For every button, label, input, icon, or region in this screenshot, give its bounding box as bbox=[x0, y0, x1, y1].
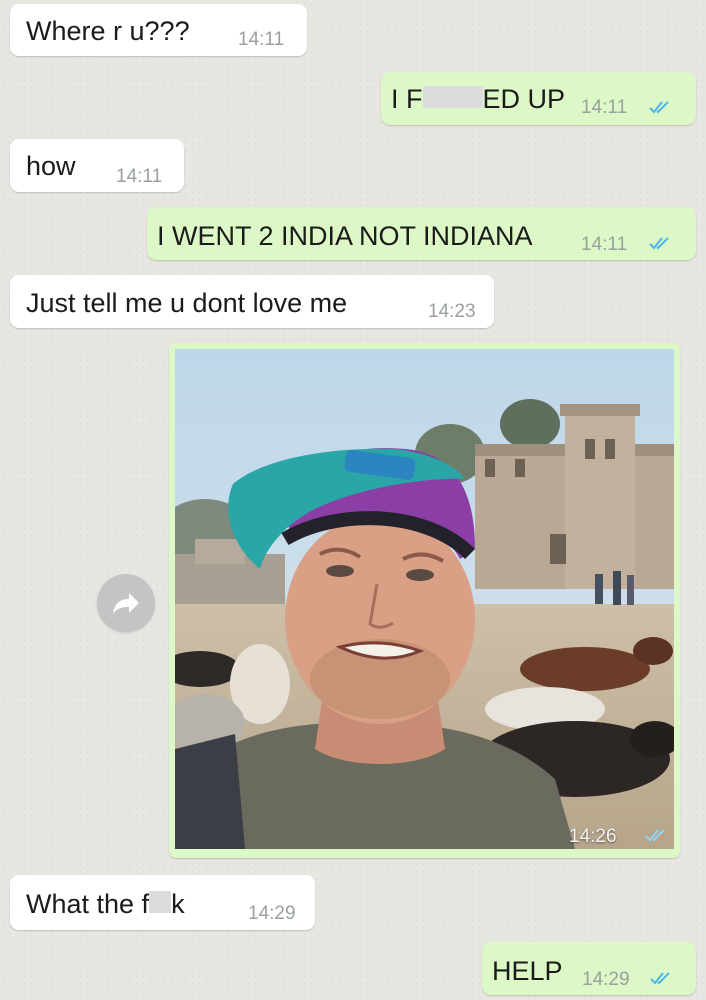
message-time: 14:11 bbox=[581, 234, 628, 255]
message-text-part: k bbox=[171, 889, 185, 919]
message-text: I WENT 2 INDIA NOT INDIANA bbox=[157, 221, 533, 251]
message-outgoing[interactable]: I WENT 2 INDIA NOT INDIANA 14:11 bbox=[147, 207, 696, 260]
message-text: What the f k bbox=[26, 891, 185, 918]
message-outgoing[interactable]: I F ED UP 14:11 bbox=[381, 72, 696, 125]
double-check-icon bbox=[650, 972, 670, 985]
message-time: 14:29 bbox=[582, 969, 630, 990]
message-text: Where r u??? bbox=[26, 16, 190, 46]
double-check-icon bbox=[649, 101, 669, 114]
censor-block bbox=[149, 891, 172, 913]
forward-button[interactable] bbox=[97, 574, 155, 632]
message-text: how bbox=[26, 151, 76, 181]
message-text-part: ED UP bbox=[482, 84, 566, 114]
double-check-icon bbox=[645, 829, 665, 842]
message-time: 14:26 bbox=[569, 826, 617, 847]
message-time: 14:11 bbox=[116, 166, 163, 187]
message-time: 14:23 bbox=[428, 301, 476, 322]
selfie-photo[interactable]: 14:26 bbox=[175, 349, 674, 849]
message-text-part: I F bbox=[391, 84, 423, 114]
message-time: 14:11 bbox=[581, 97, 628, 118]
message-text: I F ED UP bbox=[391, 86, 565, 113]
message-incoming[interactable]: Just tell me u dont love me 14:23 bbox=[10, 275, 494, 328]
message-incoming[interactable]: Where r u??? 14:11 bbox=[10, 4, 307, 56]
censor-block bbox=[422, 86, 483, 108]
message-outgoing-image[interactable]: 14:26 bbox=[169, 343, 680, 858]
message-outgoing[interactable]: HELP 14:29 bbox=[482, 942, 696, 995]
message-text: Just tell me u dont love me bbox=[26, 288, 348, 318]
message-text: HELP bbox=[492, 956, 563, 986]
message-time: 14:11 bbox=[238, 29, 285, 50]
message-text-part: What the f bbox=[26, 889, 150, 919]
double-check-icon bbox=[649, 237, 669, 250]
message-incoming[interactable]: What the f k 14:29 bbox=[10, 875, 315, 930]
message-time: 14:29 bbox=[248, 903, 296, 924]
forward-arrow-icon bbox=[113, 593, 139, 614]
message-incoming[interactable]: how 14:11 bbox=[10, 139, 184, 192]
photo-scene bbox=[175, 349, 674, 849]
